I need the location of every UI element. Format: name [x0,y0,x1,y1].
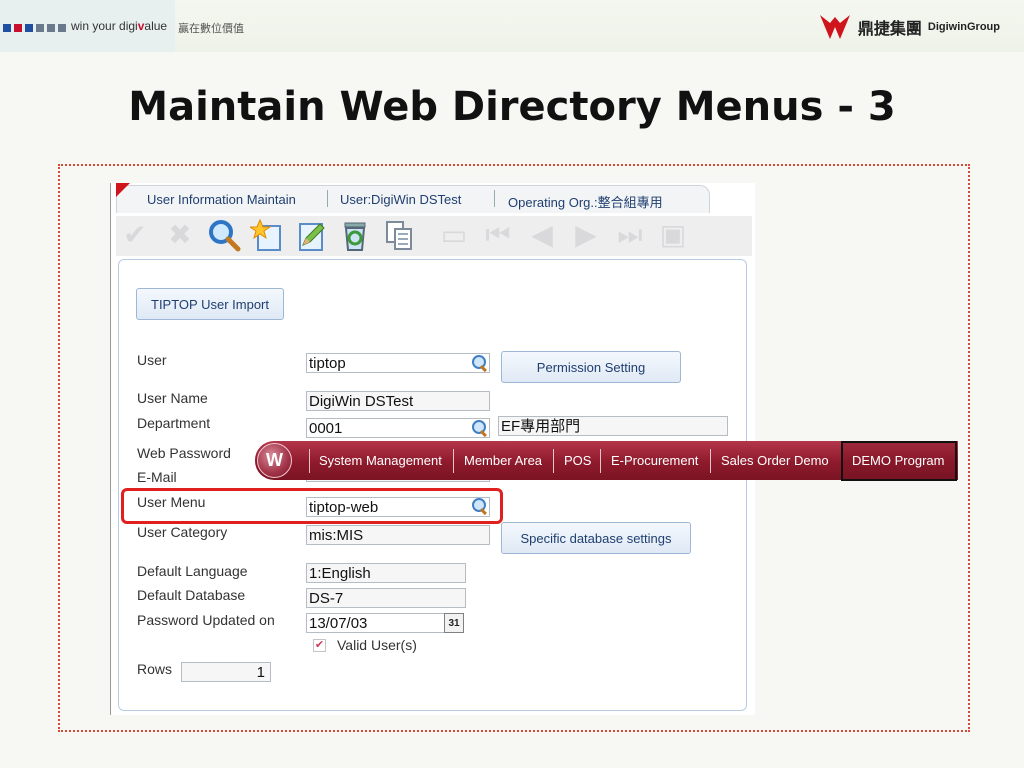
password-updated-input[interactable]: 13/07/03 [306,613,446,633]
specific-database-settings-button[interactable]: Specific database settings [501,522,691,554]
default-language-input[interactable]: 1:English [306,563,466,583]
valid-user-checkbox[interactable]: ✔ [313,639,326,652]
tab-separator [494,190,495,207]
department-lookup-icon[interactable] [471,419,489,437]
default-database-label: Default Database [137,587,246,603]
form-panel [118,259,747,711]
default-language-label: Default Language [137,563,248,579]
menu-item-e-procurement[interactable]: E-Procurement [611,453,698,468]
user-name-label: User Name [137,390,208,406]
header-slogan-cn: 贏在數位價值 [178,23,244,35]
last-record-icon[interactable]: ⏭ [613,218,647,252]
rows-input[interactable]: 1 [181,662,271,682]
tab-operating-org[interactable]: Operating Org.:整合組專用 [508,192,663,211]
digiwin-logo-icon [819,15,850,39]
new-record-icon[interactable] [248,218,284,252]
window-left-border [110,183,111,715]
user-category-input[interactable]: mis:MIS [306,525,490,545]
brand-name-en: DigiwinGroup [927,21,1000,33]
slogan-prefix: win your digi [71,19,138,33]
tab-user[interactable]: User:DigiWin DSTest [340,192,461,207]
menu-item-demo-program[interactable]: DEMO Program [852,453,944,468]
recycle-icon[interactable] [338,218,372,252]
check-icon[interactable]: ✔ [118,218,152,252]
next-record-icon[interactable]: ▶ [569,218,603,252]
menu-separator [453,449,454,473]
department-code-input[interactable]: 0001 [306,418,490,438]
tab-corner-marker [116,183,130,197]
default-database-input[interactable]: DS-7 [306,588,466,608]
menu-separator [600,449,601,473]
page-title: Maintain Web Directory Menus - 3 [128,84,896,130]
brand-square [25,24,33,32]
brand-square [58,24,66,32]
brand-square [14,24,22,32]
tab-separator [327,190,328,207]
menu-item-sales-order-demo[interactable]: Sales Order Demo [721,453,829,468]
menu-item-member-area[interactable]: Member Area [464,453,542,468]
valid-user-label: Valid User(s) [337,637,417,653]
search-icon[interactable] [207,218,241,252]
email-label: E-Mail [137,469,177,485]
user-menu-highlight [121,488,503,524]
cancel-x-icon[interactable]: ✖ [163,218,197,252]
user-lookup-icon[interactable] [471,354,489,372]
tiptop-user-import-button[interactable]: TIPTOP User Import [136,288,284,320]
password-updated-label: Password Updated on [137,612,275,628]
web-password-label: Web Password [137,445,231,461]
user-name-input[interactable]: DigiWin DSTest [306,391,490,411]
calendar-button[interactable]: 31 [444,613,464,633]
menu-separator [710,449,711,473]
previous-record-icon[interactable]: ◀ [525,218,559,252]
rows-label: Rows [137,661,173,677]
user-input[interactable]: tiptop [306,353,490,373]
menu-item-pos[interactable]: POS [564,453,591,468]
slogan-suffix: alue [144,19,168,33]
digiwin-menu-logo-icon[interactable]: W [257,443,292,478]
tab-user-information[interactable]: User Information Maintain [147,192,296,207]
first-record-icon[interactable]: ⏮ [481,218,515,252]
brand-name-cn: 鼎捷集團 [857,19,922,38]
disabled-bar-icon: ▭ [440,219,468,250]
export-icon[interactable]: ▣ [656,218,690,252]
menu-item-system-management[interactable]: System Management [319,453,442,468]
user-label: User [137,352,167,368]
menu-separator [309,449,310,473]
edit-icon[interactable] [294,218,328,252]
menu-separator [553,449,554,473]
brand-squares [3,24,66,32]
department-name-field: EF專用部門 [498,416,728,436]
brand-square [36,24,44,32]
user-category-label: User Category [137,524,228,540]
department-label: Department [137,415,211,431]
brand-square [47,24,55,32]
header-slogan: win your digivalue [71,19,167,33]
copy-icon[interactable] [382,218,416,252]
brand-square [3,24,11,32]
brand-logo: 鼎捷集團 DigiwinGroup [818,12,1000,42]
permission-setting-button[interactable]: Permission Setting [501,351,681,383]
